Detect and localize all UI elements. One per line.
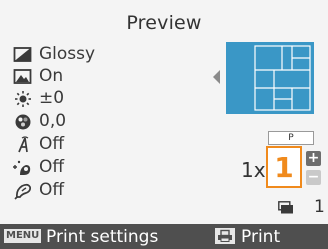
setting-date-print[interactable]: Off bbox=[13, 133, 193, 157]
setting-value: Off bbox=[39, 134, 65, 154]
setting-my-colors[interactable]: Off bbox=[13, 179, 193, 203]
print-button-icon[interactable] bbox=[215, 228, 235, 244]
printer-icon bbox=[218, 229, 232, 242]
footer-bar: MENU Print settings Print bbox=[0, 224, 328, 249]
setting-value: ±0 bbox=[39, 88, 65, 108]
sheets-icon bbox=[278, 201, 293, 214]
copies-prefix: 1x bbox=[241, 158, 266, 182]
setting-value: Off bbox=[39, 180, 65, 200]
menu-button-label[interactable]: MENU bbox=[4, 229, 42, 243]
setting-value: On bbox=[39, 66, 64, 86]
setting-paper-finish[interactable]: Glossy bbox=[13, 43, 193, 67]
increase-copies-button[interactable]: + bbox=[306, 151, 321, 166]
setting-value: Glossy bbox=[39, 44, 96, 64]
copies-stepper[interactable]: 1 bbox=[266, 146, 302, 188]
decrease-copies-button[interactable]: − bbox=[306, 170, 321, 185]
image-border-icon bbox=[13, 69, 32, 84]
screen-title: Preview bbox=[126, 12, 202, 34]
plus-icon: + bbox=[307, 150, 320, 166]
sheet-count: 1 bbox=[314, 197, 325, 217]
setting-brightness[interactable]: ±0 bbox=[13, 87, 193, 111]
setting-red-eye[interactable]: Off bbox=[13, 156, 193, 180]
brightness-icon bbox=[15, 91, 31, 107]
layout-preview-thumbnail bbox=[226, 42, 314, 114]
red-eye-correction-icon bbox=[13, 160, 31, 175]
previous-image-arrow-icon[interactable] bbox=[212, 70, 220, 84]
setting-borders[interactable]: On bbox=[13, 65, 193, 89]
color-adjust-icon bbox=[15, 114, 31, 130]
my-colors-icon bbox=[14, 183, 32, 200]
copies-value: 1 bbox=[274, 151, 294, 184]
minus-icon: − bbox=[307, 169, 320, 185]
setting-value: Off bbox=[39, 157, 65, 177]
setting-value: 0,0 bbox=[39, 111, 67, 131]
paper-finish-icon bbox=[13, 47, 32, 62]
print-settings-label[interactable]: Print settings bbox=[46, 226, 158, 248]
print-label[interactable]: Print bbox=[241, 226, 280, 248]
setting-color-adjust[interactable]: 0,0 bbox=[13, 110, 193, 134]
paper-size-indicator: P bbox=[268, 131, 314, 145]
print-preview-screen: Preview Glossy On ±0 0,0 Off Off Off P 1… bbox=[0, 0, 328, 249]
date-print-icon bbox=[18, 136, 29, 153]
